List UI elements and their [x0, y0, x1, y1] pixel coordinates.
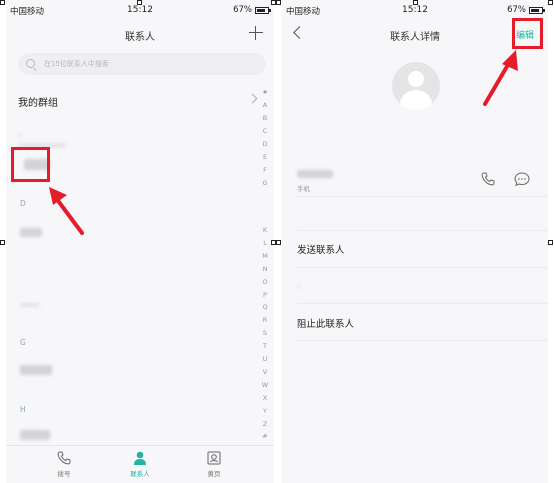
contacts-screen: 中国移动 15:12 67% 联系人 在15位联系人中搜索 我的群组 D G H… [6, 0, 274, 483]
divider [297, 303, 548, 304]
divider [297, 230, 548, 231]
status-right: 67% [233, 5, 271, 15]
chevron-right-icon [247, 93, 258, 104]
highlight-box-contact [11, 147, 50, 182]
navigation-bar: 联系人 [6, 22, 274, 46]
highlight-box-edit [512, 18, 543, 49]
index-letter[interactable]: U [260, 355, 270, 363]
divider [297, 196, 548, 197]
crop-handle [0, 240, 5, 245]
tab-dial[interactable]: 拨号 [44, 451, 84, 478]
phone-type-label: 手机 [297, 185, 310, 193]
blurred-entry [18, 133, 22, 136]
battery-icon [255, 6, 271, 14]
crop-handle [276, 240, 281, 245]
navigation-bar: 联系人详情 编辑 [282, 22, 548, 46]
person-icon [134, 451, 146, 465]
blurred-entry [20, 303, 40, 307]
my-groups-label: 我的群组 [18, 98, 58, 109]
index-letter[interactable]: P [260, 291, 270, 299]
arrow-annotation-right [483, 50, 518, 106]
blurred-entry [297, 285, 300, 289]
crop-handle [276, 0, 281, 5]
contact-item[interactable] [20, 228, 42, 237]
call-icon[interactable] [481, 172, 495, 186]
phone-number[interactable] [297, 170, 333, 178]
index-letter[interactable]: Y [260, 407, 270, 415]
index-letter[interactable]: A [260, 101, 270, 109]
crop-handle [548, 0, 553, 5]
crop-handle [413, 0, 418, 5]
index-letter[interactable]: R [260, 316, 270, 324]
index-letter[interactable]: X [260, 394, 270, 402]
index-letter[interactable]: V [260, 368, 270, 376]
page-title: 联系人详情 [390, 32, 440, 43]
avatar-body [400, 90, 432, 110]
add-contact-button[interactable] [248, 25, 264, 41]
index-letter[interactable]: F [260, 166, 270, 174]
status-right: 67% [507, 5, 545, 15]
section-header-d: D [20, 199, 26, 208]
tab-bar: 拨号 联系人 黄页 [6, 445, 274, 483]
battery-icon [529, 6, 545, 14]
divider [297, 340, 548, 341]
index-letter[interactable]: E [260, 153, 270, 161]
tab-label: 黄页 [207, 470, 221, 478]
index-letter[interactable]: T [260, 342, 270, 350]
arrow-annotation-left [49, 187, 84, 235]
index-letter[interactable]: L [260, 239, 270, 247]
index-letter[interactable]: K [260, 226, 270, 234]
send-contact-row[interactable]: 发送联系人 [297, 242, 345, 256]
yellow-pages-icon [207, 451, 221, 465]
index-letter[interactable]: C [260, 127, 270, 135]
section-header-g: G [20, 338, 26, 347]
index-letter[interactable]: W [260, 381, 270, 389]
avatar-head [408, 71, 424, 87]
index-letter[interactable]: B [260, 114, 270, 122]
index-letter[interactable]: # [260, 432, 270, 440]
contact-item[interactable] [20, 430, 50, 440]
my-groups-row[interactable]: 我的群组 [6, 86, 258, 114]
page-title: 联系人 [125, 32, 155, 43]
search-input[interactable]: 在15位联系人中搜索 [18, 53, 266, 75]
index-letter[interactable]: G [260, 179, 270, 187]
tab-contacts[interactable]: 联系人 [120, 451, 160, 478]
avatar [392, 62, 440, 110]
index-letter[interactable]: O [260, 278, 270, 286]
index-letter[interactable]: Z [260, 420, 270, 428]
message-icon[interactable] [514, 172, 530, 186]
crop-handle [548, 240, 553, 245]
index-letter[interactable]: D [260, 140, 270, 148]
block-contact-row[interactable]: 阻止此联系人 [297, 316, 354, 330]
crop-handle [0, 0, 5, 5]
battery-percent: 67% [507, 5, 526, 15]
tab-label: 联系人 [130, 470, 150, 478]
search-placeholder: 在15位联系人中搜索 [44, 60, 109, 68]
index-letter[interactable]: M [260, 252, 270, 260]
contact-item[interactable] [20, 365, 52, 375]
index-letter[interactable]: ★ [260, 88, 270, 96]
search-icon [26, 59, 35, 68]
index-letter[interactable]: N [260, 265, 270, 273]
phone-icon [57, 451, 71, 465]
index-letter[interactable]: S [260, 329, 270, 337]
index-letter[interactable]: Q [260, 303, 270, 311]
section-header-h: H [20, 405, 26, 414]
tab-yellow-pages[interactable]: 黄页 [194, 451, 234, 478]
battery-percent: 67% [233, 5, 252, 15]
divider [297, 267, 548, 268]
crop-handle [137, 0, 142, 5]
tab-label: 拨号 [57, 470, 71, 478]
